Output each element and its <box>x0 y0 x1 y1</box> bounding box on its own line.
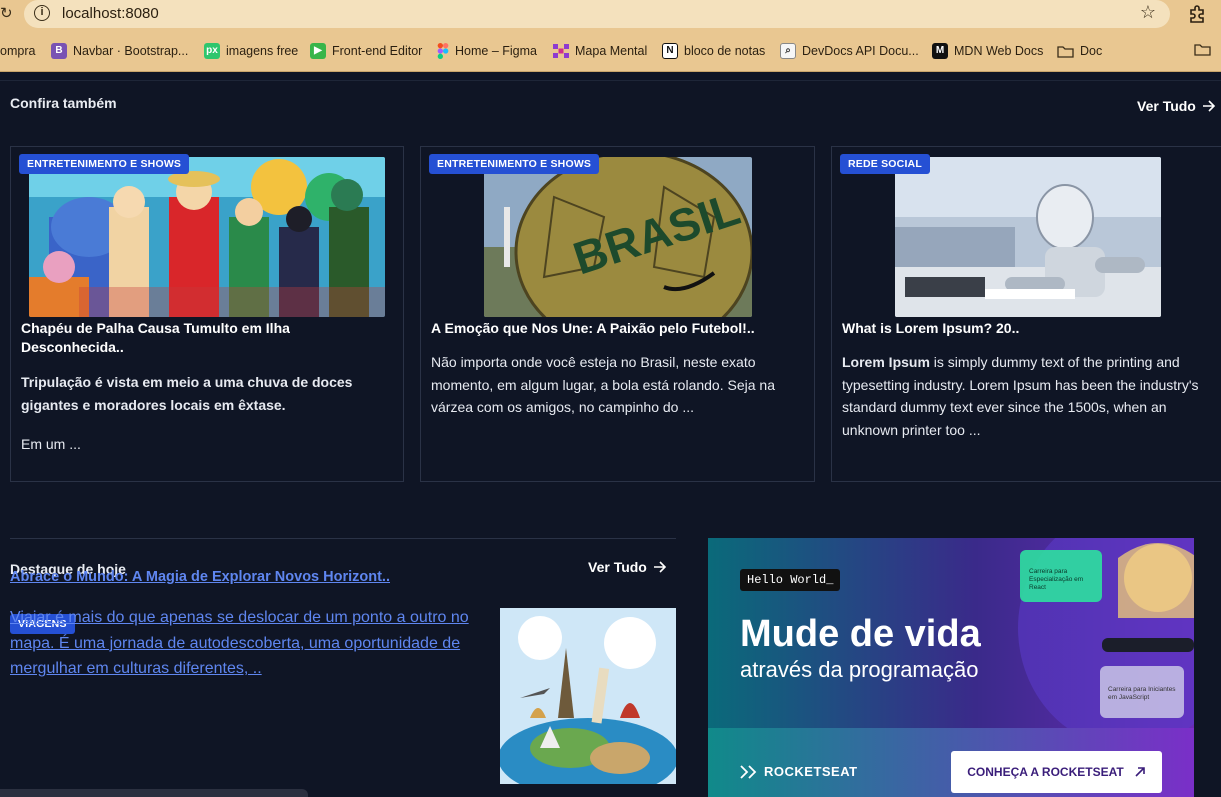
card-title[interactable]: A Emoção que Nos Une: A Paixão pelo Fute… <box>431 319 801 338</box>
reload-icon[interactable]: ↻ <box>0 4 13 22</box>
article-card[interactable]: BRASIL ENTRETENIMENTO E SHOWS A Emoção q… <box>420 146 815 482</box>
see-all-link[interactable]: Ver Tudo <box>1137 98 1216 114</box>
devdocs-icon: ⌕ <box>780 43 796 59</box>
card-title[interactable]: What is Lorem Ipsum? 20.. <box>842 319 1212 338</box>
card-excerpt: Em um ... <box>21 436 81 452</box>
ad-banner[interactable]: Hello World_ Mude de vida através da pro… <box>708 538 1194 797</box>
ad-cta-button[interactable]: CONHEÇA A ROCKETSEAT <box>951 751 1162 793</box>
highlight-image-travel[interactable] <box>500 608 676 784</box>
bookmark-item[interactable]: Doc <box>1057 41 1102 61</box>
bookmark-item[interactable]: Mapa Mental <box>553 41 647 61</box>
extensions-icon[interactable] <box>1187 4 1207 24</box>
address-bar[interactable]: i localhost:8080 ☆ <box>24 0 1170 28</box>
arrow-right-icon <box>1202 100 1215 112</box>
bookmark-item[interactable]: ▶ Front-end Editor <box>310 41 422 61</box>
rocketseat-logo-icon <box>740 764 757 779</box>
editor-icon: ▶ <box>310 43 326 59</box>
site-info-icon[interactable]: i <box>34 5 50 21</box>
bookmark-item[interactable]: ⌕ DevDocs API Docu... <box>780 41 919 61</box>
card-image-robot <box>895 157 1161 317</box>
browser-toolbar: ↻ i localhost:8080 ☆ <box>0 0 1221 30</box>
highlight-title[interactable]: Abrace o Mundo: A Magia de Explorar Novo… <box>10 569 390 585</box>
notion-icon: N <box>662 43 678 59</box>
bookmark-item[interactable]: Nbloco de notas <box>662 41 765 61</box>
section-title-confira: Confira também <box>10 95 117 111</box>
mindmap-icon <box>553 44 569 58</box>
bookmark-item[interactable]: B Navbar · Bootstrap... <box>51 41 188 61</box>
article-card[interactable]: ENTRETENIMENTO E SHOWS Chapéu de Palha C… <box>10 146 404 482</box>
bookmark-item[interactable]: Home – Figma <box>437 41 537 61</box>
bookmark-item[interactable]: ompra <box>0 41 35 61</box>
card-excerpt-bold: Lorem Ipsum <box>842 354 930 370</box>
ad-card-react: Carreira para Especialização em React <box>1029 568 1084 591</box>
article-card[interactable]: REDE SOCIAL What is Lorem Ipsum? 20.. Lo… <box>831 146 1221 482</box>
bookmark-star-icon[interactable]: ☆ <box>1140 2 1156 23</box>
bookmark-item[interactable]: px imagens free <box>204 41 298 61</box>
card-lead: Tripulação é vista em meio a uma chuva d… <box>21 374 353 413</box>
card-title[interactable]: Chapéu de Palha Causa Tumulto em Ilha De… <box>21 319 391 357</box>
ad-terminal-label: Hello World_ <box>740 569 841 591</box>
card-image-football: BRASIL <box>484 157 752 317</box>
category-badge[interactable]: ENTRETENIMENTO E SHOWS <box>19 154 190 174</box>
figma-icon <box>437 43 449 59</box>
ad-card-js: Carreira para Iniciantes em JavaScript <box>1108 686 1176 701</box>
arrow-right-icon <box>653 561 666 573</box>
mdn-icon: M <box>932 43 948 59</box>
ad-brand: ROCKETSEAT <box>740 764 858 779</box>
category-badge[interactable]: ENTRETENIMENTO E SHOWS <box>429 154 600 174</box>
external-arrow-icon <box>1135 767 1145 777</box>
section-divider <box>10 538 676 539</box>
card-image-anime <box>29 157 385 317</box>
folder-icon <box>1057 45 1074 58</box>
url-text[interactable]: localhost:8080 <box>62 5 159 22</box>
highlight-excerpt[interactable]: Viajar é mais do que apenas se deslocar … <box>10 605 480 682</box>
card-excerpt: Lorem Ipsum is simply dummy text of the … <box>842 351 1204 441</box>
status-tooltip <box>0 789 308 797</box>
bookmark-item[interactable]: M MDN Web Docs <box>932 41 1043 61</box>
ad-subheadline: através da programação <box>740 657 979 682</box>
top-divider <box>0 80 1221 81</box>
ad-headline: Mude de vida <box>740 613 981 655</box>
bootstrap-icon: B <box>51 43 67 59</box>
bookmarks-bar: ompra B Navbar · Bootstrap... px imagens f… <box>0 30 1221 88</box>
pixabay-icon: px <box>204 43 220 59</box>
folder-icon[interactable] <box>1194 43 1211 56</box>
category-badge[interactable]: REDE SOCIAL <box>840 154 930 174</box>
see-all-link[interactable]: Ver Tudo <box>588 559 667 575</box>
card-excerpt: Não importa onde você esteja no Brasil, … <box>431 354 775 415</box>
